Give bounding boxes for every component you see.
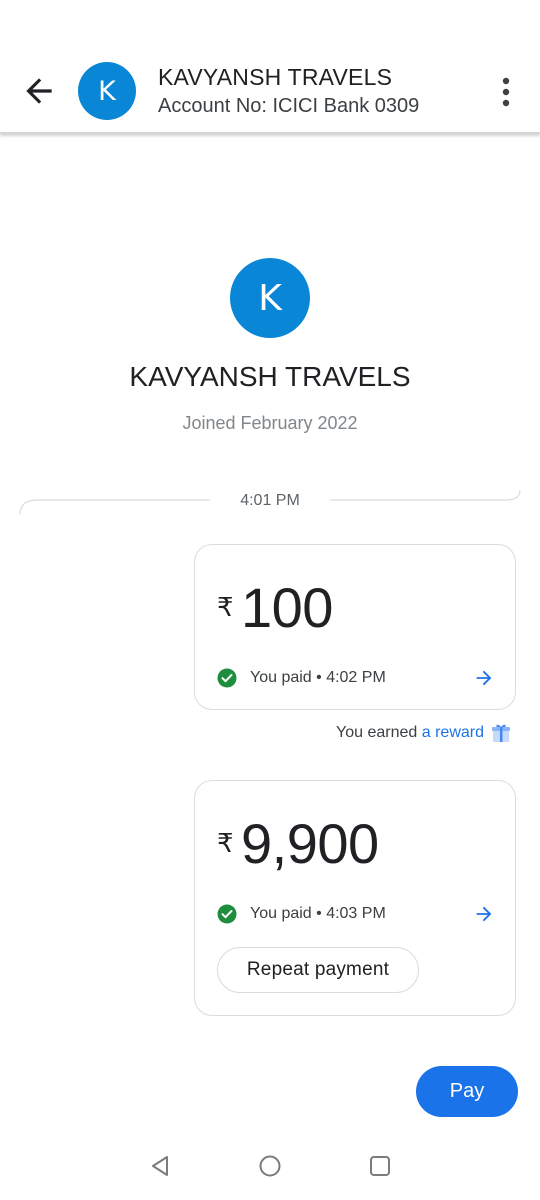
contact-name: KAVYANSH TRAVELS	[129, 361, 411, 392]
header-account-number: Account No: ICICI Bank 0309	[158, 95, 420, 117]
check-circle-icon	[217, 668, 237, 688]
contact-avatar: K	[230, 258, 310, 338]
back-arrow-icon[interactable]	[20, 72, 58, 110]
reward-link[interactable]: a reward	[422, 724, 484, 741]
payment-status: You paid • 4:03 PM	[250, 905, 386, 922]
header-title: KAVYANSH TRAVELS	[158, 64, 393, 90]
nav-recents-icon[interactable]	[368, 1154, 392, 1178]
arrow-right-icon[interactable]	[473, 667, 495, 689]
payment-status: You paid • 4:02 PM	[250, 669, 386, 686]
header-avatar[interactable]: K	[78, 62, 136, 120]
check-circle-icon	[217, 904, 237, 924]
timeline-time: 4:01 PM	[240, 492, 300, 509]
reward-prefix: You earned	[336, 724, 422, 741]
transaction-card[interactable]: ₹ 9,900 You paid • 4:03 PM Repeat paymen…	[194, 780, 516, 1016]
reward-text: You earned a reward	[0, 724, 484, 742]
currency-symbol: ₹	[217, 828, 234, 858]
transaction-card[interactable]: ₹ 100 You paid • 4:02 PM	[194, 544, 516, 710]
transaction-amount: 100	[241, 576, 333, 639]
more-options-icon[interactable]	[494, 72, 518, 112]
app-header: K KAVYANSH TRAVELS Account No: ICICI Ban…	[0, 44, 540, 134]
pay-button[interactable]: Pay	[416, 1066, 518, 1117]
currency-symbol: ₹	[217, 592, 234, 622]
gift-icon[interactable]	[490, 722, 512, 744]
arrow-right-icon[interactable]	[473, 903, 495, 925]
nav-home-icon[interactable]	[258, 1154, 282, 1178]
joined-date: Joined February 2022	[182, 413, 358, 433]
nav-back-icon[interactable]	[148, 1154, 172, 1178]
repeat-payment-button[interactable]: Repeat payment	[217, 947, 419, 993]
transaction-amount: 9,900	[241, 812, 379, 875]
